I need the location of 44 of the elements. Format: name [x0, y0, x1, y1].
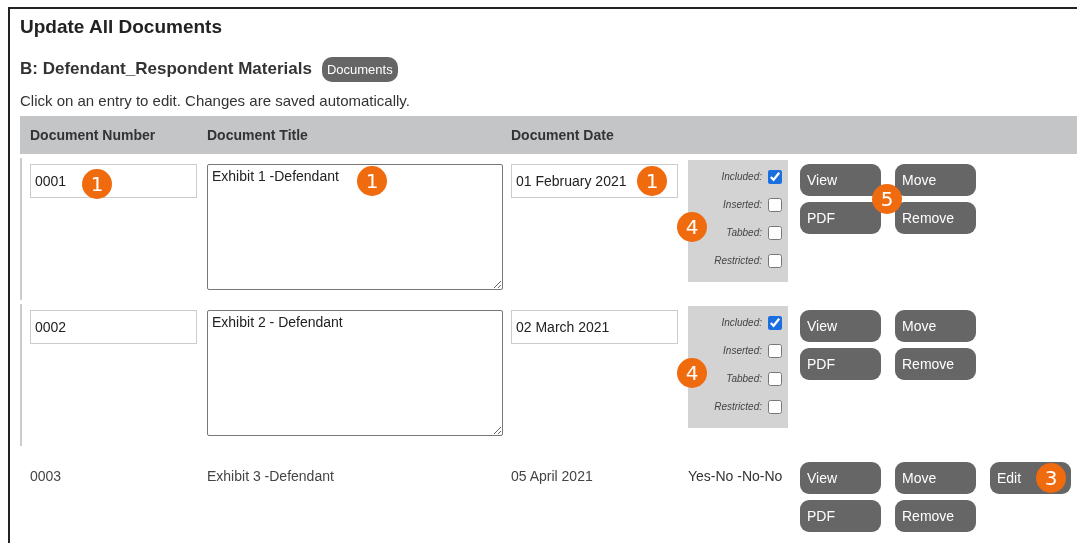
- flag-checkbox[interactable]: [768, 315, 782, 330]
- section-title: B: Defendant_Respondent Materials: [20, 59, 312, 79]
- column-header: Document Number: [30, 127, 157, 143]
- flag-checkbox[interactable]: [768, 343, 782, 358]
- number-marker: 4: [677, 358, 707, 388]
- flag-checkbox[interactable]: [768, 169, 782, 184]
- move-button[interactable]: Move: [895, 310, 976, 342]
- flag-label: Inserted:: [723, 345, 762, 356]
- page-title: Update All Documents: [20, 15, 223, 39]
- remove-button[interactable]: Remove: [895, 202, 976, 234]
- move-button[interactable]: Move: [895, 462, 976, 494]
- view-button[interactable]: View: [800, 462, 881, 494]
- date-field[interactable]: 02 March 2021: [511, 310, 678, 344]
- remove-button[interactable]: Remove: [895, 500, 976, 532]
- number-field[interactable]: 0002: [30, 310, 197, 344]
- flag-label: Restricted:: [714, 401, 762, 412]
- column-header: Document Date: [511, 127, 615, 143]
- flag-checkbox[interactable]: [768, 371, 782, 386]
- flag-checkbox[interactable]: [768, 399, 782, 414]
- number-text: 0003: [30, 467, 63, 484]
- pdf-button[interactable]: PDF: [800, 348, 881, 380]
- flag-label: Inserted:: [723, 199, 762, 210]
- move-button[interactable]: Move: [895, 164, 976, 196]
- pdf-button[interactable]: PDF: [800, 500, 881, 532]
- view-button[interactable]: View: [800, 164, 881, 196]
- flag-label: Tabbed:: [726, 373, 762, 384]
- instructions-text: Click on an entry to edit. Changes are saved automatically.: [20, 92, 411, 111]
- documents-badge: Documents: [321, 56, 398, 82]
- flag-checkbox[interactable]: [768, 253, 782, 268]
- remove-button[interactable]: Remove: [895, 348, 976, 380]
- flag-label: Restricted:: [714, 255, 762, 266]
- title-field[interactable]: Exhibit 2 - Defendant: [207, 310, 503, 436]
- view-button[interactable]: View: [800, 310, 881, 342]
- flag-label: Included:: [721, 317, 762, 328]
- flag-checkbox[interactable]: [768, 197, 782, 212]
- column-header: Document Title: [207, 127, 309, 143]
- flag-label: Included:: [721, 171, 762, 182]
- date-text: 05 April 2021: [511, 467, 594, 484]
- number-marker: 4: [677, 212, 707, 242]
- pdf-button[interactable]: PDF: [800, 202, 881, 234]
- title-text: Exhibit 3 -Defendant: [207, 467, 335, 484]
- flags-summary: Yes-No -No-No: [688, 467, 784, 484]
- flag-label: Tabbed:: [726, 227, 762, 238]
- flag-checkbox[interactable]: [768, 225, 782, 240]
